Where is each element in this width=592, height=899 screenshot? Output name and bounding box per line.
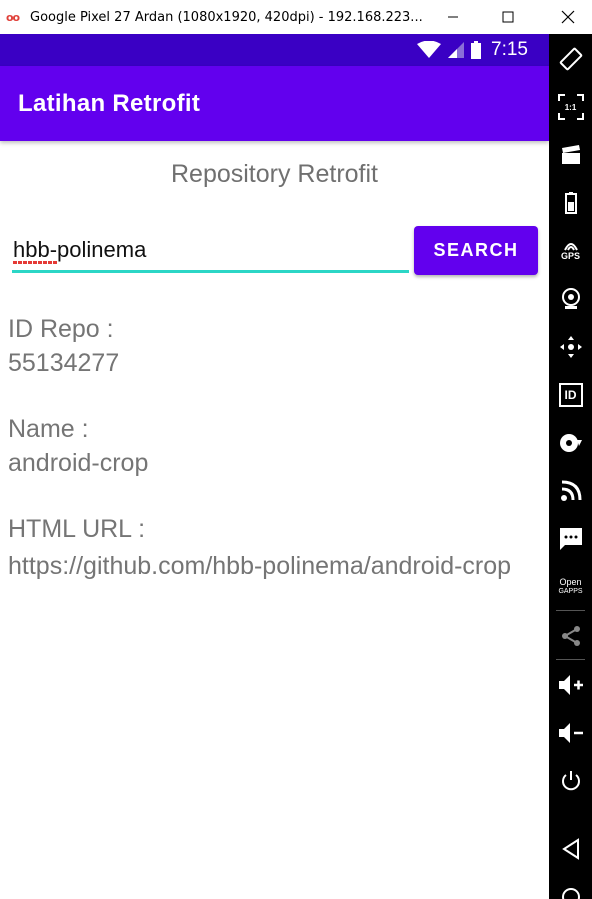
open-gapps-line2: GAPPS [558,588,583,595]
id-repo-label: ID Repo : [8,315,114,343]
rotate-button[interactable] [549,42,592,76]
id-text: ID [564,388,577,402]
id-repo-value: 55134277 [8,349,120,377]
rotate-icon [559,47,582,71]
maximize-icon [502,11,514,23]
emulator-toolbar: 1:1 GPS ID Open GAPPS [549,34,592,899]
window-title: Google Pixel 27 Ardan (1080x1920, 420dpi… [30,9,422,25]
volume-down-button[interactable] [549,716,592,750]
genymotion-logo-icon: oo [6,10,20,24]
name-label: Name : [8,415,89,443]
maximize-button[interactable] [485,0,531,34]
power-button[interactable] [549,764,592,798]
camera-button[interactable] [549,282,592,316]
rss-icon [560,480,581,501]
app-title: Latihan Retrofit [18,90,201,117]
battery-button[interactable] [549,186,592,220]
html-url-value: https://github.com/hbb-polinema/android-… [8,552,512,580]
minimize-icon [448,16,458,18]
wifi-icon [417,41,442,58]
volume-down-icon [558,723,583,743]
battery-icon [471,41,482,59]
name-value: android-crop [8,449,149,477]
home-button[interactable] [549,880,592,899]
disk-io-button[interactable] [549,426,592,460]
device-id-button[interactable]: ID [549,378,592,412]
disk-icon [559,434,582,452]
pixel-perfect-button[interactable]: 1:1 [549,90,592,124]
gps-label: GPS [560,251,580,261]
message-icon [559,528,582,550]
remote-control-button[interactable] [549,330,592,364]
open-gapps-line1: Open [559,577,582,587]
power-icon [561,771,580,791]
home-circle-icon [561,888,580,899]
spellcheck-underline [13,261,57,264]
webcam-icon [561,288,580,309]
battery-widget-icon [564,192,577,214]
name-field: Name : android-crop [8,412,148,480]
search-input[interactable] [12,229,409,273]
close-icon [561,10,575,24]
close-button[interactable] [545,0,591,34]
status-time: 7:15 [491,39,528,60]
app-bar: Latihan Retrofit [0,66,549,141]
toolbar-separator [556,659,585,660]
sms-button[interactable] [549,522,592,556]
toolbar-separator [556,610,585,611]
minimize-button[interactable] [430,0,476,34]
id-repo-field: ID Repo : 55134277 [8,312,119,380]
network-button[interactable] [549,474,592,508]
volume-up-icon [558,675,583,695]
gps-icon [563,243,578,251]
phone-screen: 7:15 Latihan Retrofit Repository Retrofi… [0,34,549,899]
back-triangle-icon [561,838,579,860]
html-url-field: HTML URL : https://github.com/hbb-poline… [8,512,528,582]
search-field-wrapper [12,229,409,275]
html-url-label: HTML URL : [8,515,146,543]
volume-up-button[interactable] [549,668,592,702]
screencast-button[interactable] [549,138,592,172]
search-button[interactable]: SEARCH [414,226,538,275]
share-icon [561,626,580,646]
open-gapps-button[interactable]: Open GAPPS [549,570,592,604]
share-button[interactable] [549,619,592,653]
zoom-ratio-text: 1:1 [564,102,577,112]
status-bar: 7:15 [0,34,549,66]
back-button[interactable] [549,832,592,866]
move-arrows-icon [559,336,582,358]
page-heading: Repository Retrofit [170,160,379,188]
signal-icon [448,42,465,58]
window-titlebar: oo Google Pixel 27 Ardan (1080x1920, 420… [0,0,592,34]
clapperboard-icon [561,145,580,164]
gps-button[interactable]: GPS [549,234,592,268]
